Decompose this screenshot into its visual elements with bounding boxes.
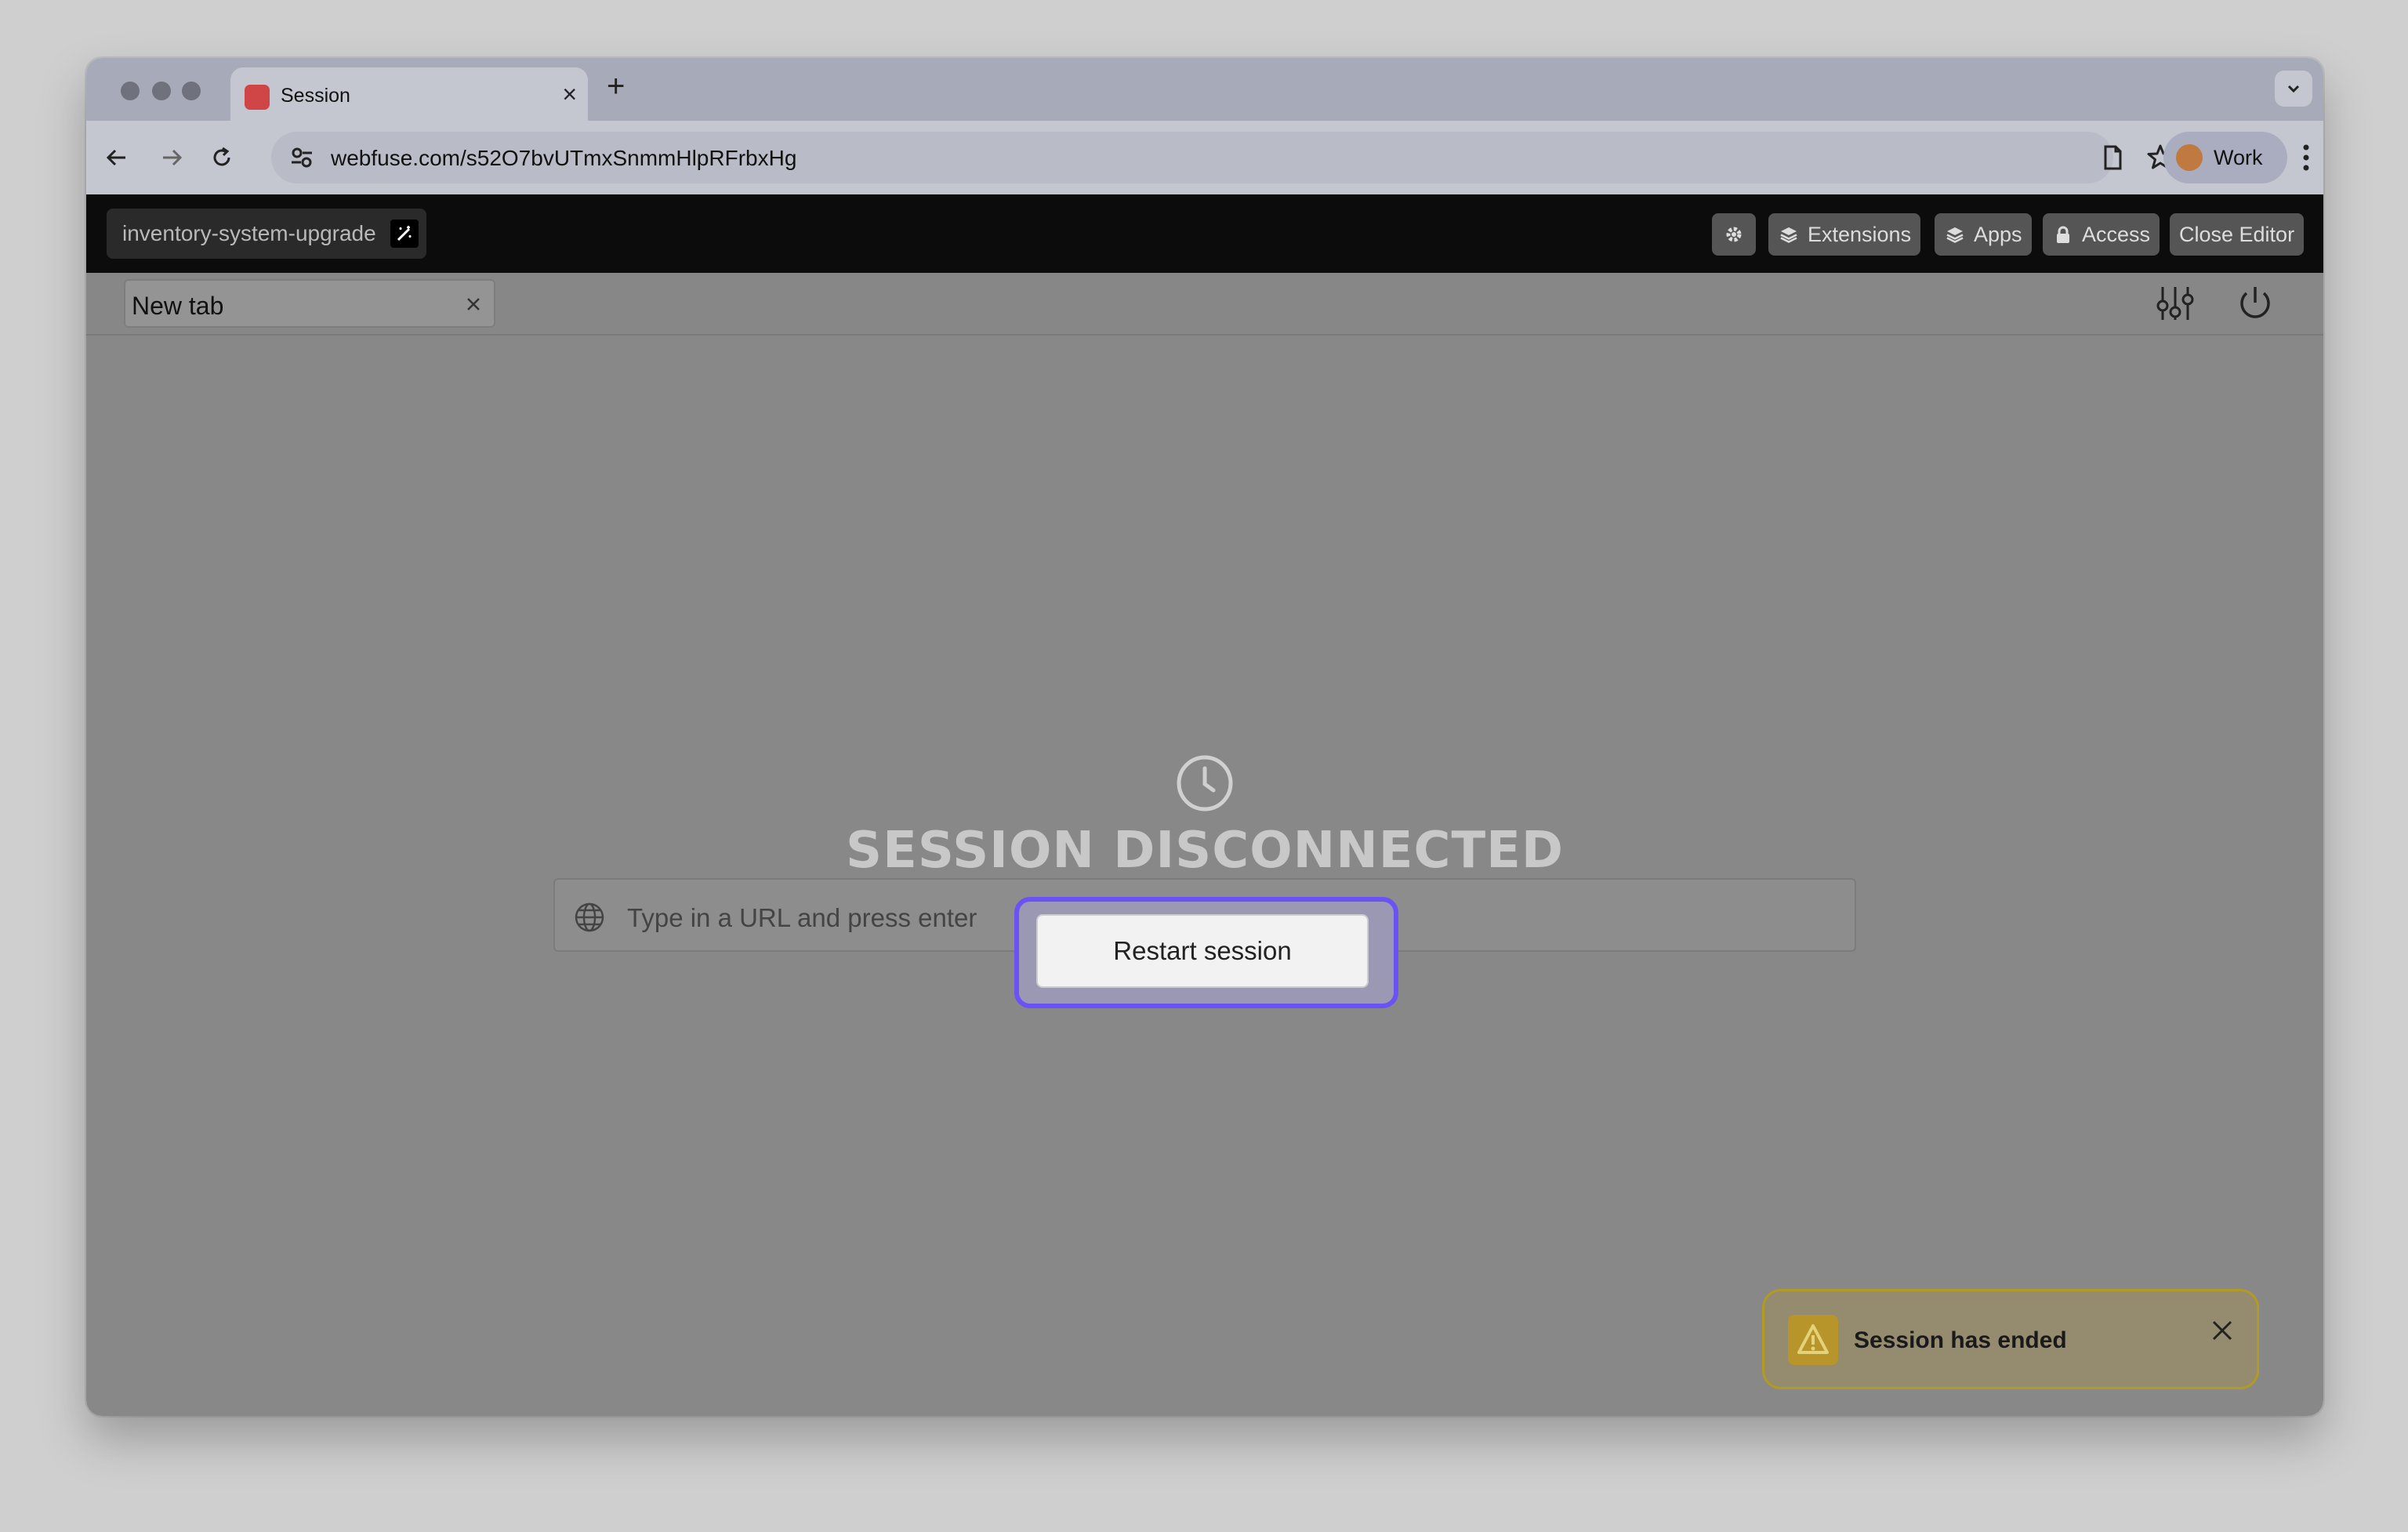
address-bar[interactable]: webfuse.com/s52O7bvUTmxSnmmHlpRFrbxHg bbox=[271, 132, 2113, 183]
tab-close-icon[interactable]: × bbox=[562, 82, 577, 107]
close-editor-label: Close Editor bbox=[2179, 223, 2295, 246]
editor-appbar: inventory-system-upgrade Extensions Apps… bbox=[86, 194, 2323, 273]
tab-search-button[interactable] bbox=[2275, 71, 2312, 107]
restart-focus-ring: Restart session bbox=[1014, 897, 1398, 1008]
url-input-placeholder: Type in a URL and press enter bbox=[627, 903, 977, 932]
browser-window: Session × + webfuse.com/s52O7bvUTmxSnmmH… bbox=[86, 58, 2323, 1416]
url-text: webfuse.com/s52O7bvUTmxSnmmHlpRFrbxHg bbox=[331, 146, 797, 170]
arrow-right-icon bbox=[163, 149, 183, 166]
warning-triangle-glyph bbox=[1797, 1324, 1829, 1354]
window-zoom-button[interactable] bbox=[182, 82, 201, 100]
browser-tab-title: Session bbox=[281, 85, 350, 107]
access-button[interactable]: Access bbox=[2043, 213, 2160, 256]
settings-button[interactable] bbox=[1712, 213, 1756, 256]
session-content: New tab SESSION DISCONNECTED Type in a U… bbox=[86, 273, 2323, 1416]
close-icon[interactable] bbox=[2207, 1315, 2238, 1346]
forward-button[interactable] bbox=[154, 140, 190, 176]
browser-toolbar: webfuse.com/s52O7bvUTmxSnmmHlpRFrbxHg Wo… bbox=[86, 121, 2323, 194]
warning-icon bbox=[1788, 1315, 1838, 1365]
magic-wand-icon[interactable] bbox=[390, 220, 419, 248]
layers-icon bbox=[1780, 227, 1797, 243]
layers-icon bbox=[1946, 227, 1964, 243]
restart-session-button[interactable]: Restart session bbox=[1036, 914, 1369, 988]
globe-icon bbox=[575, 902, 604, 932]
wand-glyph bbox=[397, 226, 412, 241]
kebab-icon[interactable] bbox=[2298, 143, 2314, 172]
new-tab-button[interactable]: + bbox=[607, 71, 625, 102]
project-name: inventory-system-upgrade bbox=[122, 221, 376, 245]
session-ended-toast: Session has ended bbox=[1762, 1289, 2259, 1389]
session-tabs-row: New tab bbox=[86, 273, 2323, 336]
project-name-chip[interactable]: inventory-system-upgrade bbox=[107, 209, 426, 259]
extensions-button[interactable]: Extensions bbox=[1768, 213, 1921, 256]
session-disconnected-title: SESSION DISCONNECTED bbox=[846, 822, 1564, 880]
chevron-down-icon bbox=[2287, 85, 2300, 93]
arrow-left-icon bbox=[106, 149, 125, 166]
apps-button[interactable]: Apps bbox=[1935, 213, 2032, 256]
profile-label: Work bbox=[2214, 146, 2263, 169]
browser-tabstrip: Session × + bbox=[86, 58, 2323, 121]
session-tab-new[interactable]: New tab bbox=[124, 279, 495, 328]
avatar bbox=[2176, 144, 2203, 171]
reload-button[interactable] bbox=[204, 140, 240, 176]
tune-icon bbox=[292, 147, 312, 168]
lock-icon bbox=[2057, 226, 2069, 243]
session-tab-label: New tab bbox=[132, 292, 224, 320]
webfuse-favicon-icon bbox=[245, 85, 270, 110]
document-icon[interactable] bbox=[2099, 144, 2126, 171]
power-icon[interactable] bbox=[2234, 282, 2276, 325]
reload-icon bbox=[213, 147, 230, 166]
sliders-icon[interactable] bbox=[2154, 282, 2196, 325]
window-close-button[interactable] bbox=[121, 82, 140, 100]
clock-icon bbox=[1177, 755, 1233, 811]
close-editor-button[interactable]: Close Editor bbox=[2170, 213, 2305, 256]
back-button[interactable] bbox=[99, 140, 135, 176]
close-icon[interactable] bbox=[464, 295, 483, 314]
toast-message: Session has ended bbox=[1854, 1327, 2067, 1353]
gear-icon bbox=[1726, 227, 1742, 242]
profile-button[interactable]: Work bbox=[2163, 132, 2287, 183]
window-minimize-button[interactable] bbox=[152, 82, 171, 100]
browser-tab-session[interactable]: Session × bbox=[230, 67, 588, 121]
